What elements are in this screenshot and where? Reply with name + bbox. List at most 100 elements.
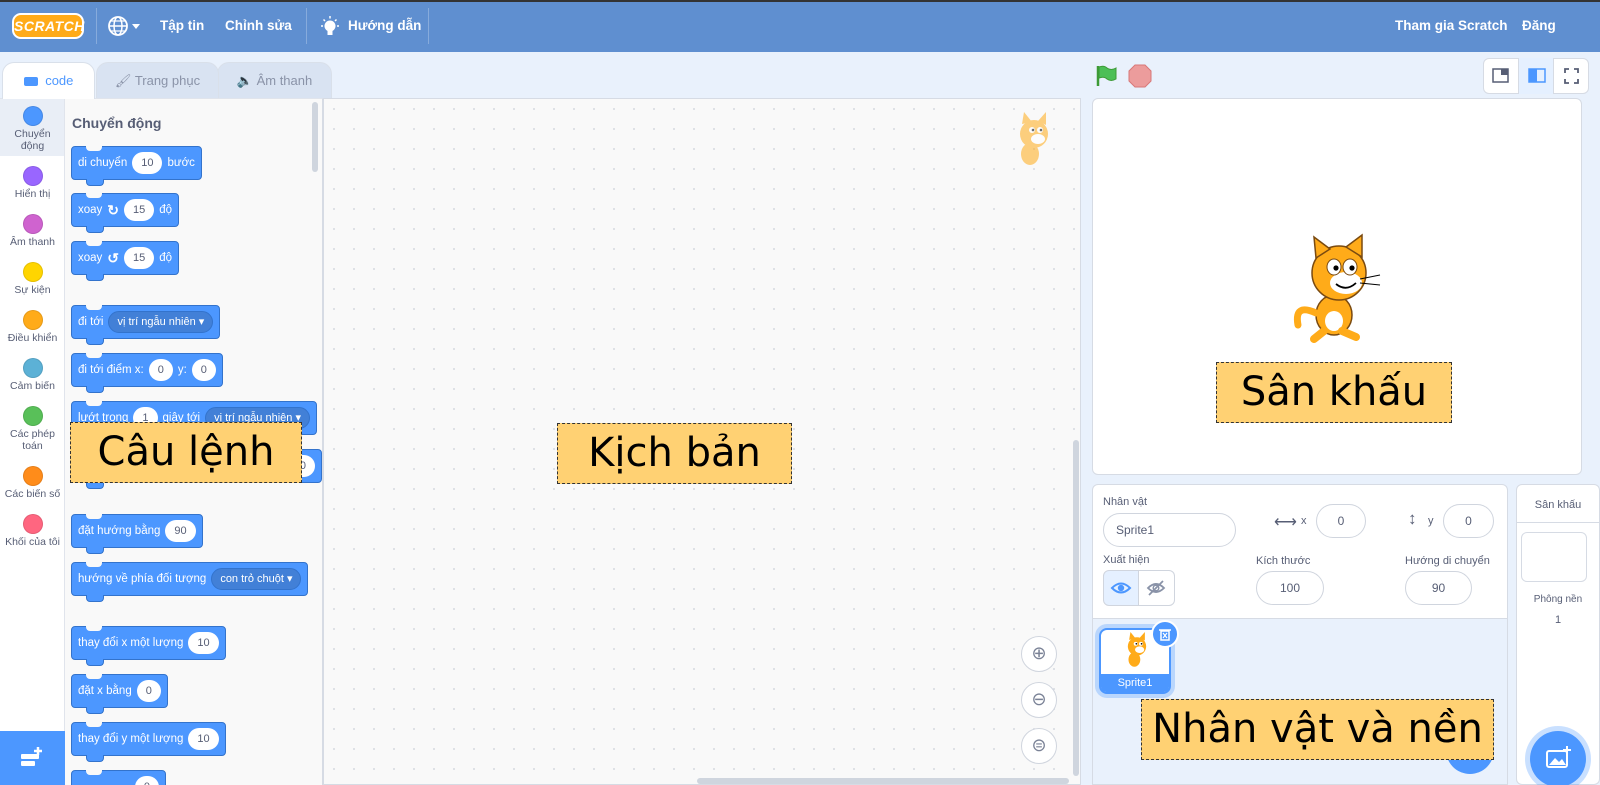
operators-dot-icon [22,406,43,426]
choose-backdrop-button[interactable] [1530,731,1586,785]
my-blocks-dot-icon [22,514,43,534]
y-input: 0 [191,359,216,381]
block-set-y[interactable]: 0 [71,770,166,785]
sprite-label: Nhân vật [1103,496,1148,508]
category-control[interactable]: Điều khiển [0,304,65,352]
small-stage-button[interactable] [1483,58,1518,94]
backdrop-thumbnail[interactable] [1521,532,1587,582]
large-stage-button[interactable] [1518,58,1554,94]
x-input: 0 [148,359,173,381]
show-label: Xuất hiện [1103,554,1150,566]
y-arrows-icon: ↕ [1408,509,1417,528]
category-sound[interactable]: Âm thanh [0,208,65,256]
direction-input: 90 [165,520,196,542]
stop-button[interactable] [1128,64,1152,93]
dy-input: 10 [188,728,219,750]
green-flag-button[interactable] [1094,64,1118,93]
x-input: 0 [136,680,161,702]
small-stage-icon [1492,68,1509,83]
block-turn-right[interactable]: xoay ↻ 15 độ [71,193,180,233]
join-scratch-link[interactable]: Tham gia Scratch [1383,0,1520,52]
block-turn-left[interactable]: xoay ↺ 15 độ [71,241,180,281]
zoom-in-button[interactable]: ⊕ [1021,636,1057,672]
category-operators[interactable]: Các phép toán [0,400,65,458]
sprite-watermark-icon [1008,112,1060,175]
menu-divider [428,8,429,44]
sound-dot-icon [22,214,43,234]
direction-field[interactable]: 90 [1405,571,1472,605]
language-button[interactable] [106,14,142,38]
dx-input: 10 [188,632,219,654]
block-go-to-xy[interactable]: đi tới điểm x: 0 y: 0 [71,353,223,393]
category-sensing[interactable]: Cảm biến [0,352,65,400]
category-my-blocks[interactable]: Khối của tôi [0,508,65,556]
cat-thumbnail-icon [1127,632,1147,667]
x-arrows-icon: ⟷ [1274,514,1297,531]
annotation-stage: Sân khấu [1216,362,1452,423]
palette-heading: Chuyển động [72,115,162,131]
block-point-direction[interactable]: đặt hướng bằng 90 [71,514,203,554]
fullscreen-icon [1564,68,1579,84]
zoom-out-button[interactable]: ⊖ [1021,682,1057,718]
degrees-input: 15 [124,199,155,221]
stage-panel-title: Sân khấu [1516,487,1600,523]
size-label: Kích thước [1256,555,1311,567]
block-change-y[interactable]: thay đổi y một lượng 10 [71,722,226,762]
category-motion[interactable]: Chuyển động [0,100,65,152]
size-field[interactable]: 100 [1256,571,1324,605]
annotation-blocks: Câu lệnh [70,422,302,483]
towards-dropdown: con trỏ chuột ▾ [211,568,302,590]
y-input: 0 [134,776,159,785]
add-backdrop-icon [1546,746,1571,768]
category-events[interactable]: Sự kiện [0,256,65,304]
cat-sprite[interactable] [1284,233,1394,348]
annotation-script: Kịch bản [557,423,792,484]
variables-dot-icon [22,466,43,486]
sprite-thumbnail-name: Sprite1 [1101,674,1169,692]
script-horizontal-scrollbar[interactable] [697,778,1069,784]
menu-file[interactable]: Tập tin [148,0,216,52]
rotate-left-icon: ↺ [107,249,120,266]
stop-icon [1128,64,1152,88]
x-field[interactable]: 0 [1316,504,1366,538]
zoom-reset-button[interactable]: ⊜ [1021,728,1057,764]
block-go-to[interactable]: đi tới vị trí ngẫu nhiên ▾ [71,305,221,345]
sprite-name-field[interactable]: Sprite1 [1103,513,1236,547]
tab-costumes[interactable]: 🖌 Trang phục [96,62,219,98]
menu-divider [306,8,307,44]
show-sprite-button[interactable] [1103,570,1139,606]
palette-scrollbar[interactable] [312,102,318,172]
delete-sprite-button[interactable] [1151,620,1179,648]
category-variables[interactable]: Các biến số [0,460,65,508]
fullscreen-button[interactable] [1554,58,1589,94]
annotation-sprites: Nhân vật và nền [1141,699,1494,760]
looks-dot-icon [22,166,43,186]
zoom-out-icon: ⊖ [1031,689,1047,709]
backdrops-label: Phông nền [1533,594,1583,605]
x-label: x [1301,515,1307,527]
hide-sprite-button[interactable] [1139,570,1175,606]
trash-icon [1159,629,1171,641]
scratch-logo[interactable]: SCRATCH [12,13,84,39]
tab-sounds[interactable]: 🔈 Âm thanh [217,62,332,98]
green-flag-icon [1096,65,1117,86]
block-move-steps[interactable]: di chuyển 10 bước [71,146,202,186]
y-field[interactable]: 0 [1443,504,1494,538]
large-stage-icon [1528,68,1546,83]
rotate-right-icon: ↻ [107,201,120,218]
menu-edit[interactable]: Chỉnh sửa [213,0,304,52]
block-change-x[interactable]: thay đổi x một lượng 10 [71,626,226,666]
control-dot-icon [22,310,43,330]
block-set-x[interactable]: đặt x bằng 0 [71,674,168,714]
script-vertical-scrollbar[interactable] [1073,440,1079,776]
backdrops-count: 1 [1554,614,1562,626]
tab-code[interactable]: code [2,62,95,99]
add-extension-button[interactable] [0,731,65,785]
category-looks[interactable]: Hiển thị [0,160,65,208]
globe-icon [108,16,140,36]
degrees-input: 15 [124,247,155,269]
menu-tutorials[interactable]: Hướng dẫn [336,0,433,52]
block-point-towards[interactable]: hướng về phía đối tượng con trỏ chuột ▾ [71,562,309,602]
sign-in-link[interactable]: Đăng nhập [1510,0,1600,85]
motion-dot-icon [22,106,43,126]
